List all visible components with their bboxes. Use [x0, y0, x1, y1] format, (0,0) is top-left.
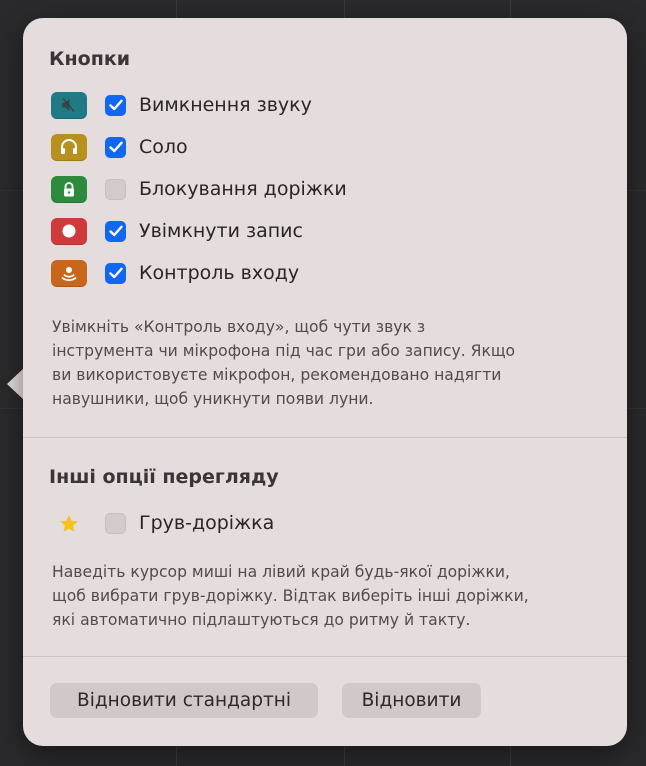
option-row-track-lock[interactable]: Блокування доріжки	[51, 174, 347, 204]
option-row-solo[interactable]: Соло	[51, 132, 188, 162]
mute-checkbox[interactable]	[105, 94, 126, 116]
checkmark-icon	[108, 141, 123, 153]
track-lock-label: Блокування доріжки	[139, 178, 347, 200]
track-header-options-popover: Кнопки Вимкнення звуку Соло Блокування д…	[23, 18, 627, 746]
groove-track-description: Наведіть курсор миші на лівий край будь-…	[52, 563, 529, 629]
other-options-section-title: Інші опції перегляду	[49, 466, 279, 488]
footer-divider	[23, 656, 627, 657]
checkmark-icon	[108, 267, 123, 279]
track-lock-checkbox[interactable]	[105, 178, 126, 200]
record-icon	[51, 217, 87, 245]
mute-label: Вимкнення звуку	[139, 94, 312, 116]
input-monitoring-checkbox[interactable]	[105, 262, 126, 284]
groove-track-label: Грув-доріжка	[139, 512, 275, 534]
buttons-section-title: Кнопки	[49, 48, 131, 70]
solo-checkbox[interactable]	[105, 136, 126, 158]
headphones-icon	[51, 133, 87, 161]
lock-icon	[51, 175, 87, 203]
option-row-mute[interactable]: Вимкнення звуку	[51, 90, 312, 120]
section-divider	[23, 437, 627, 438]
checkmark-icon	[108, 99, 123, 111]
restore-button[interactable]: Відновити	[342, 683, 481, 718]
popover-arrow	[7, 368, 24, 400]
input-monitoring-description: Увімкніть «Контроль входу», щоб чути зву…	[52, 318, 516, 408]
option-row-groove-track[interactable]: Грув-доріжка	[51, 508, 274, 538]
input-monitoring-icon	[51, 259, 87, 287]
star-icon	[51, 510, 87, 537]
record-enable-label: Увімкнути запис	[139, 220, 303, 242]
speaker-muted-icon	[51, 91, 87, 119]
solo-label: Соло	[139, 136, 188, 158]
checkmark-icon	[108, 225, 123, 237]
option-row-input-monitoring[interactable]: Контроль входу	[51, 258, 299, 288]
restore-defaults-button[interactable]: Відновити стандартні	[50, 683, 318, 718]
input-monitoring-label: Контроль входу	[139, 262, 300, 284]
record-enable-checkbox[interactable]	[105, 220, 126, 242]
groove-track-checkbox[interactable]	[105, 512, 126, 534]
option-row-record-enable[interactable]: Увімкнути запис	[51, 216, 303, 246]
